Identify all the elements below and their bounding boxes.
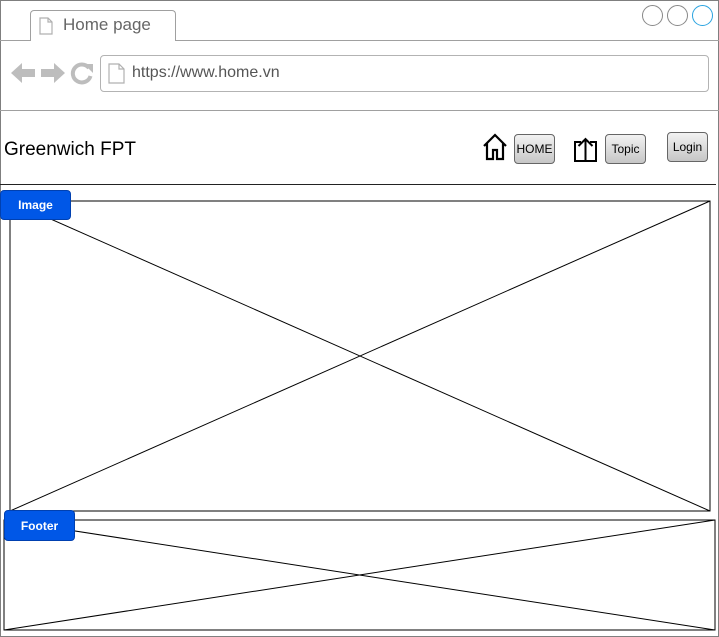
- image-placeholder: [9, 200, 711, 512]
- tab-home-page[interactable]: Home page: [30, 10, 176, 41]
- page-icon: [39, 17, 53, 35]
- back-arrow-icon[interactable]: [10, 62, 36, 84]
- footer-placeholder: [3, 519, 716, 631]
- site-title: Greenwich FPT: [4, 139, 136, 160]
- page-icon: [108, 63, 125, 84]
- footer-label: Footer: [4, 510, 75, 541]
- login-button[interactable]: Login: [667, 132, 708, 162]
- close-button[interactable]: [692, 5, 713, 26]
- tab-label: Home page: [63, 15, 151, 34]
- home-button[interactable]: HOME: [514, 134, 555, 164]
- address-divider: [0, 110, 719, 111]
- url-text: https://www.home.vn: [132, 64, 280, 81]
- image-label: Image: [0, 190, 71, 220]
- minimize-button[interactable]: [642, 5, 663, 26]
- maximize-button[interactable]: [667, 5, 688, 26]
- topic-button[interactable]: Topic: [605, 134, 646, 164]
- address-bar[interactable]: https://www.home.vn: [100, 55, 709, 92]
- forward-arrow-icon[interactable]: [40, 62, 66, 84]
- upload-icon[interactable]: [573, 136, 598, 163]
- home-icon[interactable]: [482, 133, 508, 161]
- header-divider: [0, 184, 716, 185]
- refresh-icon[interactable]: [70, 61, 94, 85]
